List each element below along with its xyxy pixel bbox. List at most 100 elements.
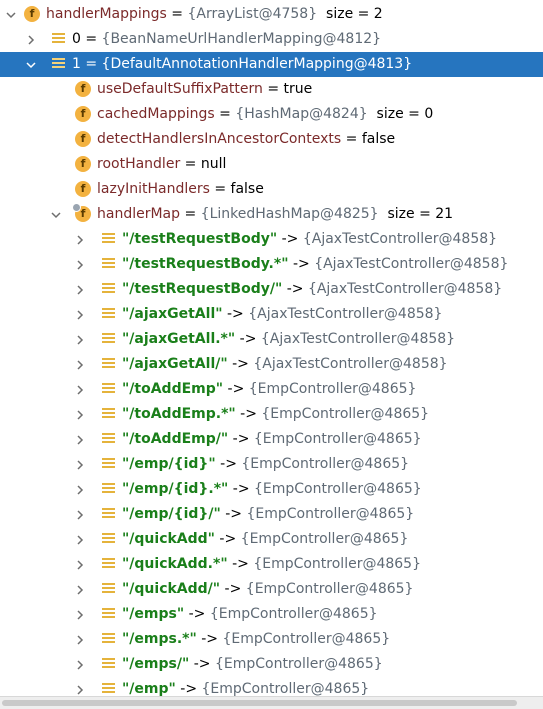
size-label: size = 2 (326, 6, 383, 22)
map-value: {EmpController@4865} (253, 556, 421, 572)
chevron-right-icon[interactable] (74, 627, 86, 652)
map-entry-row[interactable]: "/testRequestBody" -> {AjaxTestControlle… (0, 227, 543, 252)
map-entry-row[interactable]: "/emp/{id}" -> {EmpController@4865} (0, 452, 543, 477)
tree-row-item-1[interactable]: 1 = {DefaultAnnotationHandlerMapping@481… (0, 52, 543, 77)
tree-row-root-handler[interactable]: f rootHandler = null (0, 152, 543, 177)
map-arrow: -> (220, 581, 246, 597)
map-entry-icon (102, 583, 115, 596)
map-entry-row[interactable]: "/emps/" -> {EmpController@4865} (0, 652, 543, 677)
chevron-down-icon[interactable] (50, 202, 62, 227)
map-key: "/toAddEmp.*" (122, 406, 236, 422)
chevron-right-icon[interactable] (74, 252, 86, 277)
chevron-right-icon[interactable] (74, 452, 86, 477)
horizontal-scrollbar[interactable] (0, 696, 543, 709)
chevron-right-icon[interactable] (25, 27, 37, 52)
map-entry-row[interactable]: "/emp/{id}.*" -> {EmpController@4865} (0, 477, 543, 502)
map-entry-row[interactable]: "/emps.*" -> {EmpController@4865} (0, 627, 543, 652)
handler-map-entries: "/testRequestBody" -> {AjaxTestControlle… (0, 227, 543, 702)
map-value: {EmpController@4865} (253, 431, 422, 447)
map-entry-icon (102, 458, 115, 471)
chevron-down-icon[interactable] (5, 2, 17, 27)
tree-row-item-0[interactable]: 0 = {BeanNameUrlHandlerMapping@4812} (0, 27, 543, 52)
map-entry-row[interactable]: "/ajaxGetAll.*" -> {AjaxTestController@4… (0, 327, 543, 352)
tree-row-detect-handlers[interactable]: f detectHandlersInAncestorContexts = fal… (0, 127, 543, 152)
chevron-right-icon[interactable] (74, 577, 86, 602)
map-arrow: -> (288, 256, 315, 272)
field-icon: f (24, 6, 40, 22)
chevron-right-icon[interactable] (74, 652, 86, 677)
tree-row-use-default-suffix-pattern[interactable]: f useDefaultSuffixPattern = true (0, 77, 543, 102)
map-entry-row[interactable]: "/quickAdd/" -> {EmpController@4865} (0, 577, 543, 602)
chevron-down-icon[interactable] (25, 52, 37, 77)
map-entry-row[interactable]: "/ajaxGetAll/" -> {AjaxTestController@48… (0, 352, 543, 377)
map-value: {EmpController@4865} (248, 381, 417, 397)
map-value: {EmpController@4865} (246, 506, 415, 522)
map-entry-row[interactable]: "/emps" -> {EmpController@4865} (0, 602, 543, 627)
map-entry-row[interactable]: "/emp/{id}/" -> {EmpController@4865} (0, 502, 543, 527)
field-name: useDefaultSuffixPattern (97, 81, 263, 97)
chevron-right-icon[interactable] (74, 502, 86, 527)
map-entry-row[interactable]: "/toAddEmp/" -> {EmpController@4865} (0, 427, 543, 452)
map-key: "/testRequestBody.*" (122, 256, 289, 272)
map-key: "/ajaxGetAll/" (122, 356, 228, 372)
map-value: {EmpController@4865} (240, 531, 409, 547)
map-arrow: -> (227, 556, 254, 572)
map-entry-row[interactable]: "/testRequestBody/" -> {AjaxTestControll… (0, 277, 543, 302)
chevron-right-icon[interactable] (74, 277, 86, 302)
size-label: size = 21 (387, 206, 454, 222)
tree-row-lazy-init-handlers[interactable]: f lazyInitHandlers = false (0, 177, 543, 202)
map-key: "/ajaxGetAll.*" (122, 331, 236, 347)
map-entry-icon (102, 258, 115, 271)
map-value: {EmpController@4865} (245, 581, 414, 597)
map-arrow: -> (277, 231, 303, 247)
map-entry-row[interactable]: "/toAddEmp.*" -> {EmpController@4865} (0, 402, 543, 427)
chevron-right-icon[interactable] (74, 227, 86, 252)
map-key: "/testRequestBody" (122, 231, 278, 247)
map-value: {EmpController@4865} (241, 456, 410, 472)
field-name: cachedMappings (97, 106, 215, 122)
field-name: lazyInitHandlers (97, 181, 210, 197)
field-value: = true (262, 81, 313, 97)
map-key: "/ajaxGetAll" (122, 306, 223, 322)
map-entry-icon (102, 283, 115, 296)
scrollbar-thumb[interactable] (2, 700, 517, 706)
map-value: {AjaxTestController@4858} (307, 281, 503, 297)
field-icon: f (75, 81, 91, 97)
chevron-right-icon[interactable] (74, 477, 86, 502)
tree-row-handler-mappings[interactable]: f handlerMappings = {ArrayList@4758} siz… (0, 2, 543, 27)
chevron-right-icon[interactable] (74, 402, 86, 427)
map-entry-row[interactable]: "/testRequestBody.*" -> {AjaxTestControl… (0, 252, 543, 277)
field-name: handlerMap (97, 206, 181, 222)
map-value: {AjaxTestController@4858} (253, 356, 448, 372)
chevron-right-icon[interactable] (74, 352, 86, 377)
map-arrow: -> (215, 456, 242, 472)
map-entry-icon (102, 233, 115, 246)
chevron-right-icon[interactable] (74, 327, 86, 352)
map-entry-row[interactable]: "/quickAdd" -> {EmpController@4865} (0, 527, 543, 552)
tree-row-cached-mappings[interactable]: f cachedMappings = {HashMap@4824} size =… (0, 102, 543, 127)
tree-row-handler-map[interactable]: f handlerMap = {LinkedHashMap@4825} size… (0, 202, 543, 227)
map-entry-row[interactable]: "/quickAdd.*" -> {EmpController@4865} (0, 552, 543, 577)
chevron-right-icon[interactable] (74, 602, 86, 627)
map-entry-icon (102, 633, 115, 646)
map-key: "/testRequestBody/" (122, 281, 283, 297)
map-arrow: -> (196, 631, 223, 647)
map-arrow: -> (228, 481, 254, 497)
map-key: "/quickAdd" (122, 531, 215, 547)
map-key: "/emp/{id}/" (122, 506, 221, 522)
map-entry-row[interactable]: "/toAddEmp" -> {EmpController@4865} (0, 377, 543, 402)
field-icon: f (75, 106, 91, 122)
field-name: detectHandlersInAncestorContexts (97, 131, 342, 147)
map-arrow: -> (189, 656, 215, 672)
chevron-right-icon[interactable] (74, 377, 86, 402)
field-icon: f (75, 181, 91, 197)
map-entry-icon (102, 358, 115, 371)
map-entry-icon (102, 533, 115, 546)
chevron-right-icon[interactable] (74, 302, 86, 327)
chevron-right-icon[interactable] (74, 527, 86, 552)
map-entry-row[interactable]: "/ajaxGetAll" -> {AjaxTestController@485… (0, 302, 543, 327)
chevron-right-icon[interactable] (74, 552, 86, 577)
chevron-right-icon[interactable] (74, 427, 86, 452)
map-value: {EmpController@4865} (201, 681, 370, 697)
map-entry-icon (102, 333, 115, 346)
